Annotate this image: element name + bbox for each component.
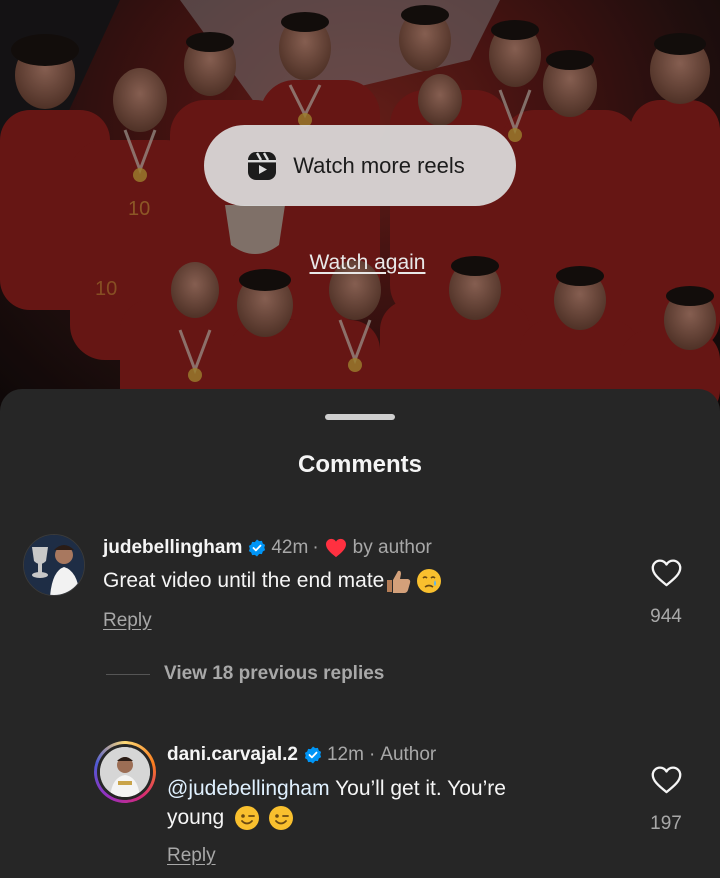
video-dim-overlay — [0, 0, 720, 420]
reel-video[interactable]: 10 10 Watch more reels Watch again — [0, 0, 720, 420]
avatar-image — [24, 535, 84, 595]
reply-time: 12m — [326, 744, 364, 765]
comment-meta: judebellingham 42m · by author — [103, 537, 432, 559]
view-replies-label: View 18 previous replies — [164, 663, 385, 684]
verified-badge-icon — [249, 539, 266, 557]
like-count: 197 — [650, 813, 682, 834]
comment-username[interactable]: judebellingham — [103, 537, 242, 559]
drag-handle[interactable] — [325, 414, 395, 420]
view-previous-replies-button[interactable]: View 18 previous replies — [106, 663, 384, 685]
reply-body-line2: young — [167, 806, 225, 829]
avatar-ring-gap — [97, 744, 153, 800]
reply-meta: dani.carvajal.2 12m · Author — [167, 744, 436, 766]
heart-outline-icon[interactable] — [651, 766, 682, 794]
watch-again-link[interactable]: Watch again — [0, 251, 720, 275]
comment-time: 42m — [271, 537, 309, 558]
meta-separator: · — [312, 537, 319, 558]
winking-face-emoji-icon — [235, 806, 260, 831]
by-author-badge: by author — [352, 537, 432, 558]
comment-body: Great video until the end mate — [103, 569, 385, 592]
reply-button[interactable]: Reply — [167, 845, 216, 867]
avatar-judebellingham[interactable] — [23, 534, 85, 596]
reels-icon — [248, 151, 277, 180]
reply-mention-link[interactable]: @judebellingham — [167, 777, 330, 800]
liked-by-author-heart-icon — [325, 538, 346, 558]
comments-sheet: Comments judebellingham 42m · by author … — [0, 389, 720, 878]
crying-face-emoji-icon — [417, 569, 442, 594]
thumbs-up-emoji-icon — [387, 571, 411, 594]
like-count: 944 — [650, 606, 682, 627]
reply-text: @judebellingham You’ll get it. You’re yo… — [167, 774, 607, 832]
replies-divider-line — [106, 673, 150, 675]
winking-face-emoji-icon — [268, 806, 293, 831]
reply-button[interactable]: Reply — [103, 610, 152, 632]
watch-more-reels-label: Watch more reels — [293, 152, 465, 178]
sheet-title: Comments — [297, 451, 423, 478]
reply-username[interactable]: dani.carvajal.2 — [167, 744, 298, 766]
comment-text: Great video until the end mate — [103, 566, 442, 595]
watch-more-reels-button[interactable]: Watch more reels — [204, 125, 516, 206]
meta-separator: · — [368, 744, 376, 765]
avatar-image — [100, 747, 150, 797]
avatar-dani-carvajal[interactable] — [94, 741, 156, 803]
heart-outline-icon[interactable] — [651, 559, 682, 587]
reply-body-line1: You’ll get it. You’re — [335, 777, 506, 800]
verified-badge-icon — [304, 746, 322, 764]
author-badge: Author — [380, 744, 437, 765]
